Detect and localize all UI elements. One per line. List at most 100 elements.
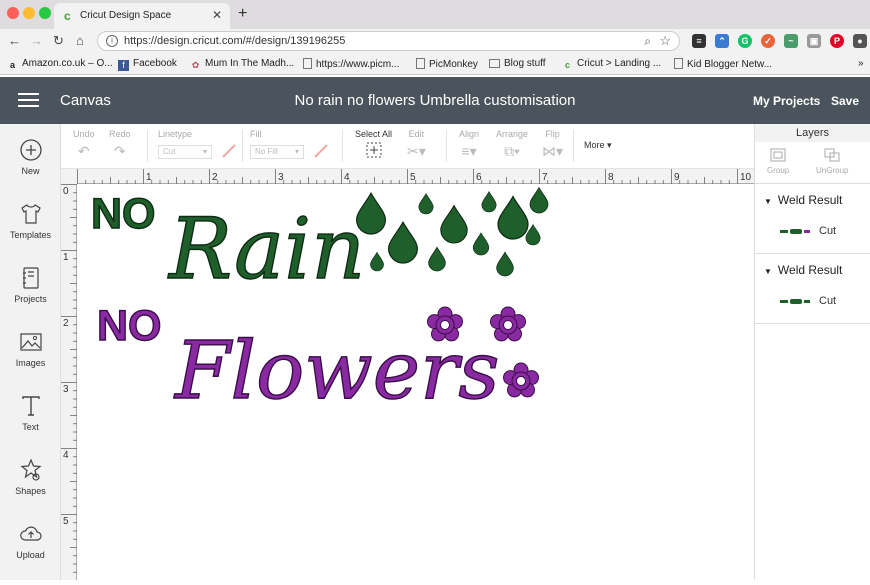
cloud-upload-icon [19,526,42,541]
chart-extension-icon[interactable]: ~ [784,34,798,48]
save-button[interactable]: Save [831,94,859,108]
redo-label: Redo [109,129,131,139]
facebook-icon: f [118,60,129,71]
bookmark-star-icon[interactable]: ☆ [659,33,671,49]
grammarly-extension-icon[interactable]: G [738,34,752,48]
group-icon [770,148,786,162]
checker-extension-icon[interactable]: ✓ [761,34,775,48]
sidebar-item-templates[interactable]: Templates [0,202,61,240]
plus-circle-icon [19,139,42,161]
layer-group[interactable]: ▼ Weld Result Cut [755,254,870,324]
sidebar-item-new[interactable]: New [0,138,61,176]
url-field[interactable]: i https://design.cricut.com/#/design/139… [97,31,680,51]
rain-artwork[interactable]: NO Rain [90,187,549,299]
toolbar-divider [147,130,148,162]
shirt-icon [20,204,41,224]
sidebar-item-label: New [21,166,40,176]
sidebar-item-images[interactable]: Images [0,330,61,368]
pen-color-swatch-icon[interactable] [221,143,237,159]
buffer-extension-icon[interactable]: ≡ [692,34,706,48]
close-window-button[interactable] [7,7,19,19]
toolbar-divider [573,130,574,162]
ruler-corner [61,169,77,184]
edit-button[interactable]: Edit ✂▾ [407,129,426,160]
arrange-button[interactable]: Arrange ⧉▾ [496,129,528,160]
design-canvas[interactable]: NO Rain NO Flowers [77,184,754,580]
bookmark-folder[interactable]: Blog stuff [489,58,546,69]
ruler-label: 7 [542,172,548,183]
sail-extension-icon[interactable]: ⌃ [715,34,729,48]
my-projects-button[interactable]: My Projects [753,94,820,108]
select-all-button[interactable]: Select All [355,129,392,158]
maximize-window-button[interactable] [39,7,51,19]
fill-select[interactable]: No Fill ▾ [250,145,304,159]
more-button[interactable]: More ▾ [584,140,612,151]
cricut-favicon-icon: c [64,9,71,23]
ruler-label: 2 [212,172,218,183]
zoom-icon[interactable]: ⌕ [644,34,651,49]
sidebar-item-projects[interactable]: Projects [0,266,61,304]
align-label: Align [459,129,480,139]
redo-button[interactable]: Redo ↷ [109,129,131,160]
sidebar-item-text[interactable]: Text [0,394,61,432]
layer-group-header[interactable]: ▼ Weld Result [764,193,842,207]
layer-operation[interactable]: Cut [819,225,836,237]
app-header: Canvas No rain no flowers Umbrella custo… [0,77,870,124]
close-tab-icon[interactable]: ✕ [212,8,222,22]
toolbar-divider [342,130,343,162]
bookmark-item[interactable]: f Facebook [118,58,177,71]
sidebar-item-shapes[interactable]: Shapes [0,458,61,496]
layer-group[interactable]: ▼ Weld Result Cut [755,184,870,254]
fill-color-swatch-icon[interactable] [313,143,329,159]
toolbar-divider [446,130,447,162]
caret-down-icon: ▾ [607,140,612,150]
align-button[interactable]: Align ≡▾ [459,129,479,160]
bookmark-item[interactable]: ✿ Mum In The Madh... [190,58,295,71]
minimize-window-button[interactable] [23,7,35,19]
layer-operation[interactable]: Cut [819,295,836,307]
elephant-extension-icon[interactable]: ● [853,34,867,48]
bookmark-item[interactable]: Kid Blogger Netw... [674,58,772,70]
sidebar-item-label: Shapes [15,486,46,496]
bookmark-item[interactable]: https://www.picm... [303,58,399,70]
forward-icon[interactable]: → [30,33,43,48]
chevron-down-icon: ▾ [294,147,299,156]
flip-button[interactable]: Flip ⋈▾ [542,129,563,160]
ungroup-button[interactable]: UnGroup [816,147,848,175]
reload-icon[interactable]: ↻ [53,33,64,49]
group-button[interactable]: Group [767,147,789,175]
ruler-label: 5 [63,516,69,527]
blog-favicon-icon: ✿ [191,60,200,70]
bookmark-item[interactable]: a Amazon.co.uk – O... [7,58,113,71]
flip-icon: ⋈▾ [542,143,564,159]
info-icon[interactable]: i [106,35,118,47]
horizontal-ruler-ticks: 1 2 3 4 5 6 7 8 9 10 [77,169,752,184]
bookmark-item[interactable]: PicMonkey [416,58,478,70]
browser-tab-strip: c Cricut Design Space ✕ + [0,0,870,29]
browser-tab[interactable]: c Cricut Design Space ✕ [54,3,230,29]
pinterest-extension-icon[interactable]: P [830,34,844,48]
flowers-artwork[interactable]: NO Flowers [96,301,539,418]
vertical-ruler: 0 1 2 3 4 5 [61,184,77,580]
sidebar-item-upload[interactable]: Upload [0,522,61,560]
layer-group-header[interactable]: ▼ Weld Result [764,263,842,277]
ungroup-label: UnGroup [816,166,849,175]
scissors-icon: ✂▾ [407,143,426,159]
ruler-label: 1 [146,172,152,183]
undo-button[interactable]: Undo ↶ [73,129,95,160]
home-icon[interactable]: ⌂ [76,33,84,48]
line1-small-text: NO [91,190,156,238]
sidebar-item-label: Text [22,422,39,432]
layers-header: Layers [755,124,870,142]
align-icon: ≡▾ [461,143,477,159]
back-icon[interactable]: ← [8,33,21,48]
ruler-label: 5 [410,172,416,183]
layer-group-name: Weld Result [777,263,843,277]
layer-group-name: Weld Result [777,193,843,207]
bookmark-item[interactable]: c Cricut > Landing ... [562,58,661,71]
linetype-select[interactable]: Cut ▾ [158,145,212,159]
image-extension-icon[interactable]: ▣ [807,34,821,48]
new-tab-button[interactable]: + [238,5,247,23]
ruler-label: 2 [63,318,69,329]
bookmarks-overflow-icon[interactable]: » [858,58,864,69]
